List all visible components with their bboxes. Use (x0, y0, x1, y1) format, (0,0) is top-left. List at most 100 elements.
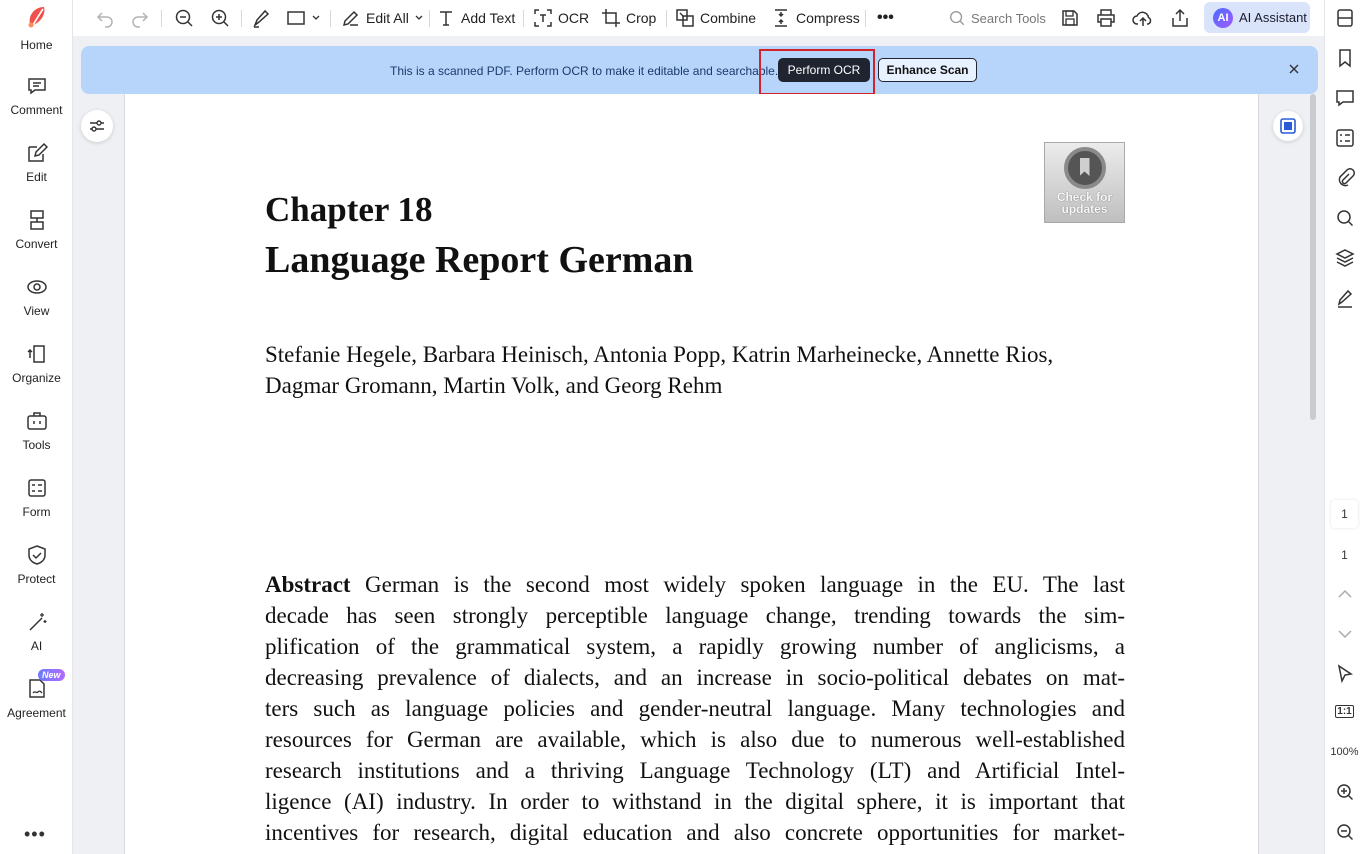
attachment-icon[interactable] (1335, 168, 1355, 188)
chevron-down-icon[interactable] (1335, 624, 1355, 644)
shape-button[interactable] (286, 0, 321, 36)
zoom-in-button[interactable] (210, 0, 230, 36)
bookmark-icon (1063, 147, 1106, 189)
sidebar-item-form[interactable]: Form (0, 477, 73, 537)
enhance-scan-button[interactable]: Enhance Scan (878, 58, 977, 82)
ocr-label: OCR (558, 10, 590, 26)
edit-all-icon (342, 10, 359, 27)
abstract-line: Abstract German is the second most widel… (265, 569, 1125, 600)
chevron-down-icon (415, 15, 423, 20)
compress-button[interactable]: Compress (771, 0, 860, 36)
zoom-out-button[interactable] (174, 0, 194, 36)
zoom-level[interactable]: 100% (1325, 746, 1363, 758)
actual-size-button[interactable]: 1:1 (1325, 705, 1363, 718)
sidebar-item-convert[interactable]: Convert (0, 209, 73, 269)
app-logo-icon[interactable] (24, 4, 50, 30)
cloud-upload-icon (1132, 11, 1152, 26)
cloud-upload-button[interactable] (1132, 0, 1154, 36)
zoom-out-icon[interactable] (1335, 822, 1355, 842)
page-thumbnail-button[interactable] (1273, 111, 1303, 141)
crop-button[interactable]: Crop (601, 0, 656, 36)
ai-assistant-icon: AI (1213, 7, 1233, 28)
chapter-heading: Chapter 18 (265, 190, 433, 229)
print-button[interactable] (1096, 0, 1116, 36)
bookmark-icon[interactable] (1335, 48, 1355, 68)
total-pages: 1 (1341, 548, 1348, 562)
sidebar-item-agreement[interactable]: New Agreement (0, 669, 73, 738)
toolbar-divider (666, 10, 667, 27)
sidebar-item-organize[interactable]: Organize (0, 343, 73, 403)
close-icon[interactable] (1287, 62, 1301, 76)
panel-layout-icon[interactable] (1335, 8, 1355, 28)
compress-icon (775, 9, 787, 27)
sidebar-item-label: Agreement (7, 706, 66, 720)
crop-icon (602, 9, 620, 27)
combine-button[interactable]: Combine (675, 0, 756, 36)
ocr-button[interactable]: OCR (533, 0, 589, 36)
layers-icon[interactable] (1335, 248, 1355, 268)
abstract-text: German is the second most widely spoken … (350, 572, 1125, 597)
comment-icon[interactable] (1335, 88, 1355, 108)
check-updates-text: Check for updates (1045, 191, 1124, 215)
page-view-icon (1280, 118, 1296, 134)
toolbar-divider (330, 10, 331, 27)
ai-assistant-button[interactable]: AI AI Assistant (1204, 2, 1310, 33)
signature-icon[interactable] (1335, 288, 1355, 308)
sidebar-item-label: View (23, 304, 50, 318)
check-updates-line2: updates (1061, 202, 1108, 216)
sidebar-more-button[interactable]: ••• (24, 824, 46, 845)
save-button[interactable] (1060, 0, 1080, 36)
undo-button[interactable] (95, 0, 115, 36)
edit-all-button[interactable]: Edit All (341, 0, 424, 36)
sidebar-item-label: Home (20, 38, 53, 52)
right-rail: 1 1 1:1 100% (1324, 0, 1363, 854)
sidebar-item-ai[interactable]: AI (0, 611, 73, 671)
sidebar-item-label: Protect (17, 572, 56, 586)
undo-icon (96, 12, 113, 28)
agreement-icon (28, 679, 45, 698)
share-button[interactable] (1170, 0, 1190, 36)
search-icon[interactable] (1335, 208, 1355, 228)
abstract-line: decreasing prevalence of dialects, and a… (265, 665, 1125, 690)
more-tools-button[interactable]: ••• (877, 0, 894, 36)
form-fields-icon[interactable] (1335, 128, 1355, 148)
toolbar-divider (865, 10, 866, 27)
crop-label: Crop (626, 10, 657, 26)
sidebar-item-protect[interactable]: Protect (0, 544, 73, 604)
magic-wand-icon (28, 613, 46, 631)
toolbar-divider (241, 10, 242, 27)
chevron-up-icon[interactable] (1335, 584, 1355, 604)
highlighter-button[interactable] (251, 0, 271, 36)
pdf-page: Check for updates Chapter 18 Language Re… (124, 94, 1259, 854)
sidebar-item-tools[interactable]: Tools (0, 410, 73, 470)
highlighter-icon (253, 9, 270, 28)
zoom-in-icon[interactable] (1335, 782, 1355, 802)
sidebar-item-comment[interactable]: Comment (0, 75, 73, 135)
sidebar-item-label: Form (22, 505, 51, 519)
shield-icon (27, 545, 46, 565)
abstract-label: Abstract (265, 572, 351, 597)
vertical-scrollbar[interactable] (1310, 94, 1316, 420)
zoom-out-icon (175, 9, 193, 27)
page-settings-button[interactable] (81, 110, 113, 142)
toolbar-divider (161, 10, 162, 27)
check-for-updates-badge[interactable]: Check for updates (1044, 142, 1125, 223)
eye-icon (26, 280, 47, 294)
add-text-button[interactable]: Add Text (436, 0, 515, 36)
sidebar-item-edit[interactable]: Edit (0, 142, 73, 202)
toolbar-divider (429, 10, 430, 27)
sidebar-item-view[interactable]: View (0, 276, 73, 336)
toolbox-icon (26, 412, 47, 430)
current-page-number[interactable]: 1 (1325, 507, 1363, 521)
perform-ocr-button[interactable]: Perform OCR (778, 58, 870, 82)
abstract-line: resources for German are available, whic… (265, 727, 1125, 752)
redo-button[interactable] (130, 0, 150, 36)
redo-icon (132, 12, 149, 28)
search-tools-placeholder: Search Tools (971, 10, 1046, 26)
ocr-notification-banner: This is a scanned PDF. Perform OCR to ma… (81, 46, 1318, 95)
cursor-select-icon[interactable] (1335, 664, 1355, 684)
edit-icon (27, 142, 48, 162)
sliders-icon (90, 120, 104, 132)
abstract: Abstract German is the second most widel… (265, 569, 1125, 848)
search-tools-input[interactable]: Search Tools (948, 0, 1046, 36)
